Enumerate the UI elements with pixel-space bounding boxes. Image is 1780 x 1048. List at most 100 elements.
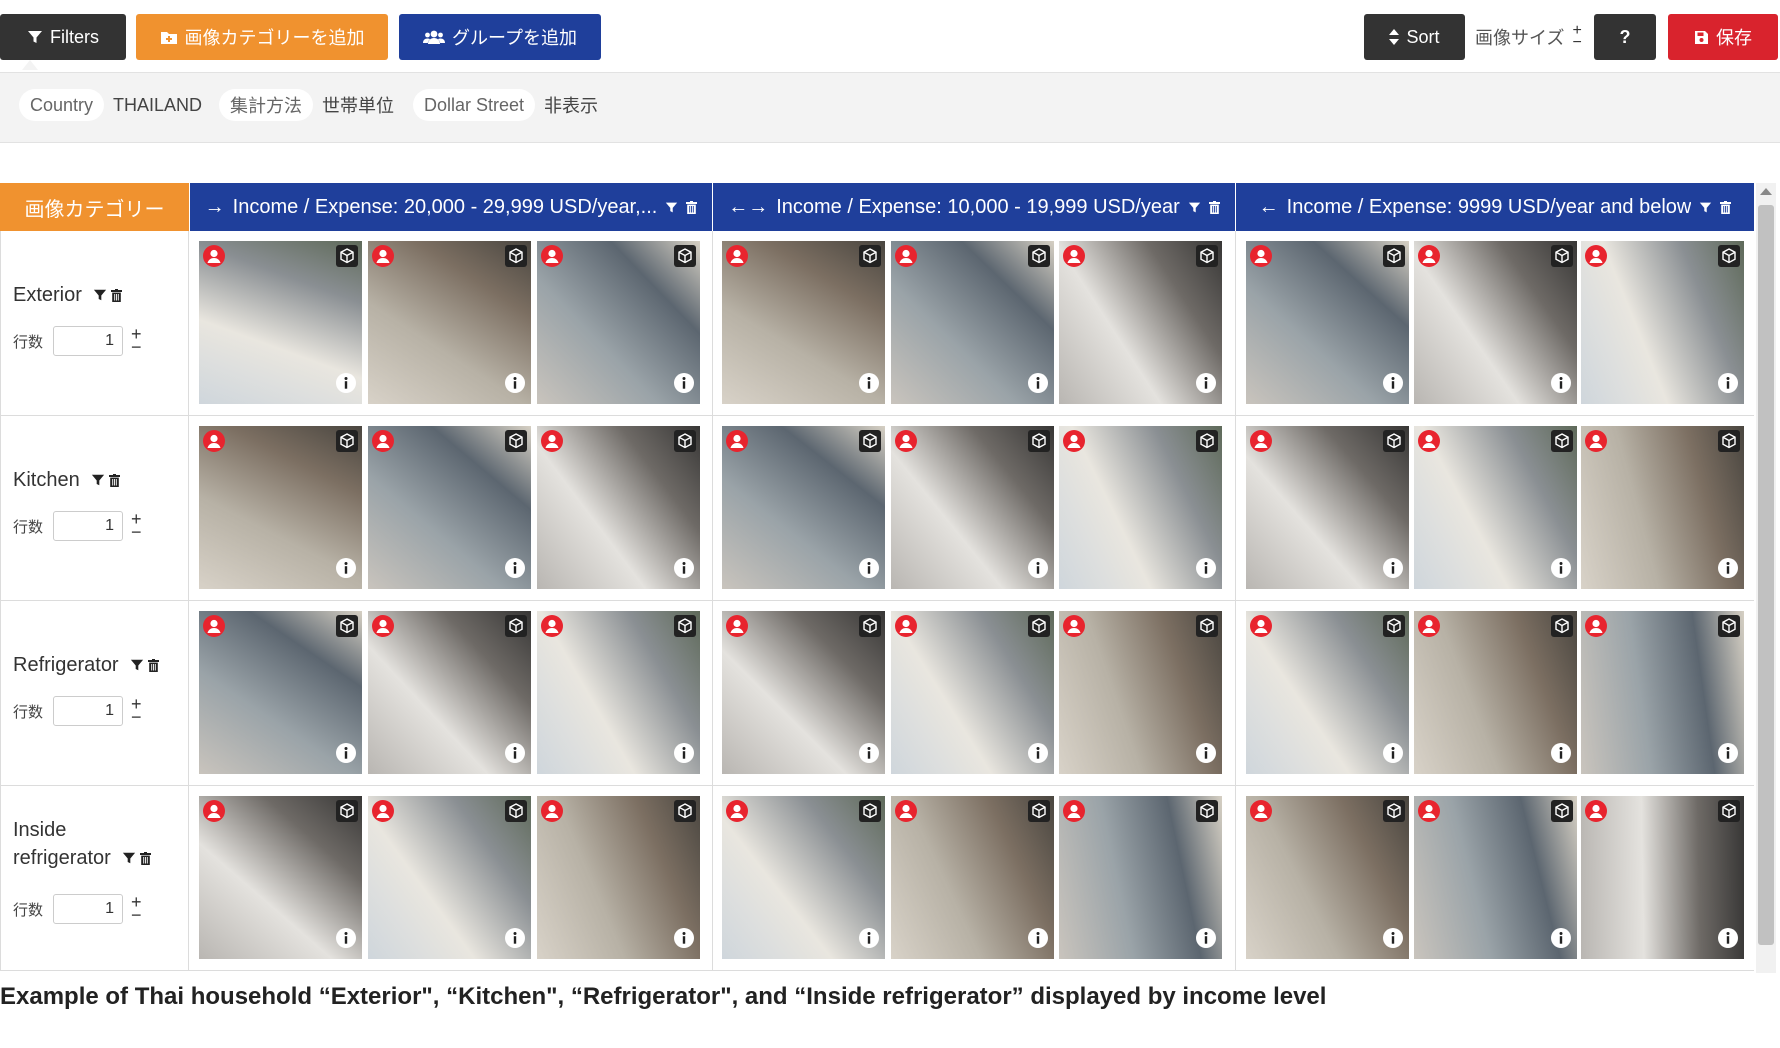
info-icon[interactable] xyxy=(1717,557,1739,584)
user-icon[interactable] xyxy=(726,800,748,827)
household-photo[interactable] xyxy=(1246,426,1409,589)
filter-icon[interactable] xyxy=(93,282,107,310)
add-category-button[interactable]: 画像カテゴリーを追加 xyxy=(136,14,388,60)
household-photo[interactable] xyxy=(368,426,531,589)
user-icon[interactable] xyxy=(1063,430,1085,457)
household-photo[interactable] xyxy=(1581,426,1744,589)
household-photo[interactable] xyxy=(1414,796,1577,959)
row-count-input[interactable] xyxy=(53,511,124,541)
user-icon[interactable] xyxy=(541,430,563,457)
info-icon[interactable] xyxy=(504,742,526,769)
info-icon[interactable] xyxy=(504,557,526,584)
save-button[interactable]: 保存 xyxy=(1668,14,1778,60)
info-icon[interactable] xyxy=(335,742,357,769)
user-icon[interactable] xyxy=(1585,615,1607,642)
cube-icon[interactable] xyxy=(674,800,696,827)
household-photo[interactable] xyxy=(1059,426,1222,589)
info-icon[interactable] xyxy=(1195,557,1217,584)
image-size-decrease[interactable]: − xyxy=(1572,35,1581,51)
household-photo[interactable] xyxy=(1414,426,1577,589)
household-photo[interactable] xyxy=(368,796,531,959)
user-icon[interactable] xyxy=(895,245,917,272)
user-icon[interactable] xyxy=(1250,800,1272,827)
household-photo[interactable] xyxy=(722,796,885,959)
user-icon[interactable] xyxy=(1418,245,1440,272)
cube-icon[interactable] xyxy=(1028,800,1050,827)
cube-icon[interactable] xyxy=(1551,245,1573,272)
user-icon[interactable] xyxy=(1063,245,1085,272)
info-icon[interactable] xyxy=(335,372,357,399)
cube-icon[interactable] xyxy=(674,615,696,642)
info-icon[interactable] xyxy=(1382,927,1404,954)
trash-icon[interactable] xyxy=(686,200,698,214)
user-icon[interactable] xyxy=(1250,245,1272,272)
info-icon[interactable] xyxy=(673,557,695,584)
household-photo[interactable] xyxy=(891,426,1054,589)
trash-icon[interactable] xyxy=(111,282,123,310)
row-count-decrease[interactable]: − xyxy=(131,338,142,356)
household-photo[interactable] xyxy=(891,241,1054,404)
trash-icon[interactable] xyxy=(1208,200,1220,214)
info-icon[interactable] xyxy=(1550,742,1572,769)
household-photo[interactable] xyxy=(199,796,362,959)
cube-icon[interactable] xyxy=(505,430,527,457)
arrow-left-icon[interactable]: ← xyxy=(1259,196,1279,219)
grid-scrollbar-thumb[interactable] xyxy=(1758,205,1774,945)
add-group-button[interactable]: グループを追加 xyxy=(399,14,601,60)
household-photo[interactable] xyxy=(1246,796,1409,959)
household-photo[interactable] xyxy=(891,796,1054,959)
arrow-left-right-icon[interactable]: ←→ xyxy=(728,196,768,219)
user-icon[interactable] xyxy=(203,245,225,272)
household-photo[interactable] xyxy=(722,426,885,589)
scroll-up-icon[interactable] xyxy=(1760,188,1772,195)
cube-icon[interactable] xyxy=(859,430,881,457)
cube-icon[interactable] xyxy=(336,800,358,827)
user-icon[interactable] xyxy=(1585,430,1607,457)
cube-icon[interactable] xyxy=(1028,245,1050,272)
filter-chip-aggregation[interactable]: 集計方法 世帯単位 xyxy=(219,89,394,121)
filter-icon[interactable] xyxy=(130,652,144,680)
cube-icon[interactable] xyxy=(1551,800,1573,827)
household-photo[interactable] xyxy=(891,611,1054,774)
info-icon[interactable] xyxy=(1717,742,1739,769)
row-count-decrease[interactable]: − xyxy=(131,906,142,924)
user-icon[interactable] xyxy=(1063,615,1085,642)
info-icon[interactable] xyxy=(858,927,880,954)
cube-icon[interactable] xyxy=(1196,430,1218,457)
user-icon[interactable] xyxy=(203,430,225,457)
info-icon[interactable] xyxy=(1195,927,1217,954)
cube-icon[interactable] xyxy=(1718,245,1740,272)
filter-chip-country[interactable]: Country THAILAND xyxy=(19,89,202,121)
filter-icon[interactable] xyxy=(122,845,136,873)
household-photo[interactable] xyxy=(199,241,362,404)
user-icon[interactable] xyxy=(541,245,563,272)
user-icon[interactable] xyxy=(372,245,394,272)
info-icon[interactable] xyxy=(335,557,357,584)
household-photo[interactable] xyxy=(199,426,362,589)
info-icon[interactable] xyxy=(1382,372,1404,399)
trash-icon[interactable] xyxy=(140,845,152,873)
info-icon[interactable] xyxy=(858,742,880,769)
cube-icon[interactable] xyxy=(1028,615,1050,642)
household-photo[interactable] xyxy=(1246,611,1409,774)
cube-icon[interactable] xyxy=(1718,800,1740,827)
user-icon[interactable] xyxy=(895,430,917,457)
info-icon[interactable] xyxy=(504,927,526,954)
user-icon[interactable] xyxy=(1418,615,1440,642)
info-icon[interactable] xyxy=(1027,372,1049,399)
row-count-decrease[interactable]: − xyxy=(131,523,142,541)
help-button[interactable]: ? xyxy=(1594,14,1656,60)
household-photo[interactable] xyxy=(368,611,531,774)
info-icon[interactable] xyxy=(1027,742,1049,769)
cube-icon[interactable] xyxy=(336,615,358,642)
sort-button[interactable]: Sort xyxy=(1364,14,1465,60)
cube-icon[interactable] xyxy=(1718,430,1740,457)
household-photo[interactable] xyxy=(722,611,885,774)
cube-icon[interactable] xyxy=(1196,800,1218,827)
row-count-decrease[interactable]: − xyxy=(131,708,142,726)
cube-icon[interactable] xyxy=(674,245,696,272)
user-icon[interactable] xyxy=(1585,245,1607,272)
household-photo[interactable] xyxy=(1059,611,1222,774)
info-icon[interactable] xyxy=(1382,557,1404,584)
info-icon[interactable] xyxy=(673,927,695,954)
